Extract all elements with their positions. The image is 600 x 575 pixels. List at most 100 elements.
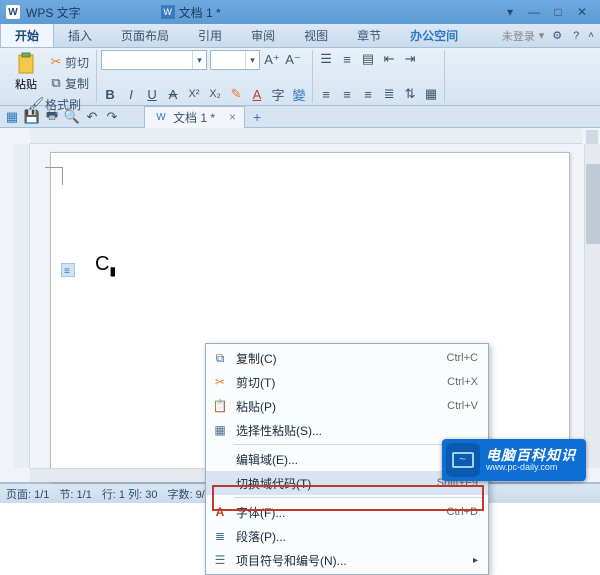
minimize-button[interactable]: — — [522, 3, 546, 21]
multilevel-icon[interactable]: ▤ — [359, 50, 377, 68]
status-section[interactable]: 节: 1/1 — [59, 486, 91, 502]
ctx-font[interactable]: A 字体(F)... Ctrl+D — [206, 500, 488, 524]
ctx-copy-shortcut: Ctrl+C — [447, 352, 478, 364]
bullet-list-icon[interactable]: ☰ — [317, 50, 335, 68]
indent-right-icon[interactable]: ⇥ — [401, 50, 419, 68]
dropdown-icon[interactable]: ▾ — [245, 51, 259, 69]
ribbon: 粘贴 ✂ 剪切 ⧉ 复制 🖌 格式刷 ▾ ▾ — [0, 48, 600, 106]
bold-icon[interactable]: B — [101, 85, 119, 103]
underline-icon[interactable]: U — [143, 85, 161, 103]
document-area: ≡ C▮ ⧉ 复制(C) Ctrl+C ✂ 剪切(T) Ctrl+X 📋 粘贴(… — [0, 128, 600, 483]
scissors-icon: ✂ — [212, 374, 228, 390]
app-name: WPS 文字 — [26, 4, 81, 21]
ctx-paste-label: 粘贴(P) — [236, 398, 276, 415]
margin-corner-icon — [45, 167, 63, 185]
ctx-cut-label: 剪切(T) — [236, 374, 275, 391]
dropdown-icon[interactable]: ▾ — [192, 51, 206, 69]
tab-insert[interactable]: 插入 — [54, 24, 107, 47]
help-icon[interactable]: ? — [568, 28, 584, 44]
copy-label: 复制 — [65, 75, 89, 92]
font-family-select[interactable]: ▾ — [101, 50, 207, 70]
document-tab-title: 文档 1 * — [173, 109, 215, 126]
font-icon: A — [212, 504, 228, 520]
italic-icon[interactable]: I — [122, 85, 140, 103]
decrease-font-icon[interactable]: A⁻ — [284, 51, 302, 69]
vertical-ruler[interactable] — [14, 144, 30, 468]
vertical-scrollbar[interactable] — [584, 144, 600, 468]
separator — [234, 497, 484, 498]
print-preview-icon[interactable]: 🔍 — [64, 109, 80, 125]
add-tab-button[interactable]: + — [253, 109, 261, 125]
increase-font-icon[interactable]: A⁺ — [263, 51, 281, 69]
ctx-toggle-field-label: 切换域代码(T) — [236, 475, 311, 492]
align-center-icon[interactable]: ≡ — [338, 85, 356, 103]
highlight-icon[interactable]: ✎ — [227, 85, 245, 103]
font-size-input[interactable] — [211, 51, 245, 69]
justify-icon[interactable]: ≣ — [380, 85, 398, 103]
scroll-thumb[interactable] — [586, 164, 600, 244]
document-icon: W — [153, 109, 169, 125]
login-label: 未登录 — [502, 28, 535, 44]
shading-icon[interactable]: ▦ — [422, 85, 440, 103]
horizontal-ruler[interactable] — [30, 128, 582, 144]
watermark-logo: 电脑百科知识 www.pc-daily.com — [442, 439, 586, 481]
tab-review[interactable]: 审阅 — [237, 24, 290, 47]
dropdown-icon[interactable]: ▾ — [498, 3, 522, 21]
cut-button[interactable]: ✂ 剪切 — [44, 52, 92, 72]
font-group: ▾ ▾ A⁺ A⁻ B I U A X² X₂ ✎ A 字 變 — [97, 50, 313, 103]
phonetic-icon[interactable]: 變 — [290, 85, 308, 103]
equation-preview[interactable]: C▮ — [95, 253, 116, 278]
print-icon[interactable]: 🖶 — [44, 109, 60, 125]
strike-icon[interactable]: A — [164, 85, 182, 103]
scissors-icon: ✂ — [47, 53, 65, 71]
line-spacing-icon[interactable]: ⇅ — [401, 85, 419, 103]
new-icon[interactable]: ▦ — [4, 109, 20, 125]
tab-office-space[interactable]: 办公空间 — [396, 24, 473, 47]
document-tab[interactable]: W 文档 1 * × — [144, 106, 245, 128]
watermark-icon — [446, 443, 480, 477]
undo-icon[interactable]: ↶ — [84, 109, 100, 125]
status-page[interactable]: 页面: 1/1 — [6, 486, 49, 502]
status-row-col[interactable]: 行: 1 列: 30 — [102, 486, 158, 502]
indent-left-icon[interactable]: ⇤ — [380, 50, 398, 68]
numbered-list-icon[interactable]: ≡ — [338, 50, 356, 68]
ctx-copy[interactable]: ⧉ 复制(C) Ctrl+C — [206, 346, 488, 370]
login-area[interactable]: 未登录 ▾ ⚙ ? ˄ — [496, 24, 600, 47]
close-button[interactable]: ✕ — [570, 3, 594, 21]
tab-page-layout[interactable]: 页面布局 — [107, 24, 184, 47]
side-handle[interactable] — [586, 130, 598, 144]
copy-icon: ⧉ — [212, 350, 228, 366]
align-right-icon[interactable]: ≡ — [359, 85, 377, 103]
app-logo-icon: W — [6, 5, 20, 19]
font-color-icon[interactable]: A — [248, 85, 266, 103]
ctx-bullets[interactable]: ☰ 项目符号和编号(N)... ▸ — [206, 548, 488, 572]
align-left-icon[interactable]: ≡ — [317, 85, 335, 103]
maximize-button[interactable]: □ — [546, 3, 570, 21]
save-icon[interactable]: 💾 — [24, 109, 40, 125]
tab-references[interactable]: 引用 — [184, 24, 237, 47]
tab-section[interactable]: 章节 — [343, 24, 396, 47]
copy-button[interactable]: ⧉ 复制 — [44, 73, 92, 93]
paragraph-group: ☰ ≡ ▤ ⇤ ⇥ ≡ ≡ ≡ ≣ ⇅ ▦ — [313, 50, 445, 103]
ctx-cut[interactable]: ✂ 剪切(T) Ctrl+X — [206, 370, 488, 394]
paste-label: 粘贴 — [15, 76, 37, 92]
ctx-paste[interactable]: 📋 粘贴(P) Ctrl+V — [206, 394, 488, 418]
ctx-cut-shortcut: Ctrl+X — [447, 376, 478, 388]
watermark-url: www.pc-daily.com — [486, 463, 576, 472]
tab-start[interactable]: 开始 — [0, 24, 54, 47]
document-icon: W — [161, 5, 175, 19]
submenu-arrow-icon: ▸ — [473, 555, 478, 566]
paste-icon — [14, 52, 38, 76]
equation-anchor-icon: ≡ — [61, 263, 75, 277]
superscript-icon[interactable]: X² — [185, 85, 203, 103]
font-family-input[interactable] — [102, 51, 192, 69]
settings-icon[interactable]: ⚙ — [552, 29, 562, 42]
char-shading-icon[interactable]: 字 — [269, 85, 287, 103]
subscript-icon[interactable]: X₂ — [206, 85, 224, 103]
redo-icon[interactable]: ↷ — [104, 109, 120, 125]
close-tab-icon[interactable]: × — [229, 110, 236, 124]
font-size-select[interactable]: ▾ — [210, 50, 260, 70]
tab-view[interactable]: 视图 — [290, 24, 343, 47]
collapse-ribbon-icon[interactable]: ˄ — [588, 30, 594, 41]
ctx-paragraph[interactable]: ≣ 段落(P)... — [206, 524, 488, 548]
